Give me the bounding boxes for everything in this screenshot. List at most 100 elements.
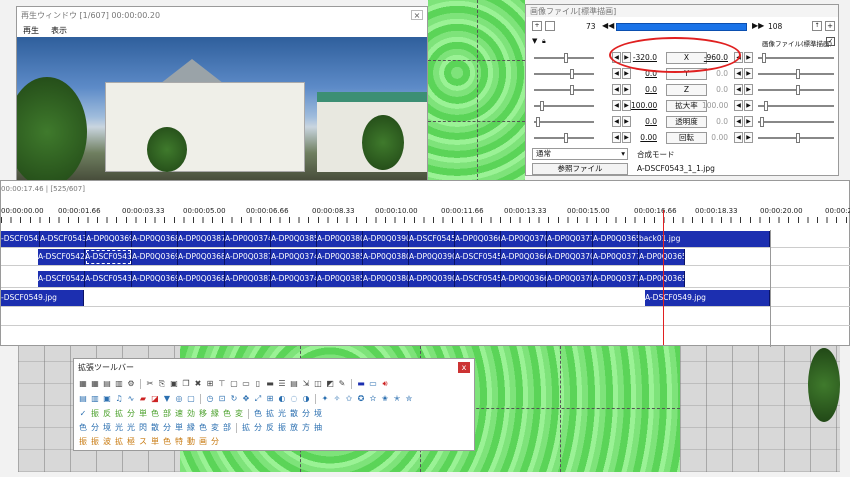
monitor-icon[interactable]: ▭ <box>241 379 251 389</box>
z-start-value[interactable]: 0.0 <box>631 85 657 94</box>
effect-icon[interactable]: ✧ <box>332 394 342 404</box>
arrow-right-icon[interactable]: ▶ <box>744 52 753 63</box>
scale-icon[interactable]: ⤢ <box>253 394 263 404</box>
arrow-right-icon[interactable]: ▶ <box>744 68 753 79</box>
filter-icon[interactable]: 部 <box>162 409 172 419</box>
filter-icon[interactable]: 部 <box>222 423 232 433</box>
filter-icon[interactable]: 光 <box>277 409 287 419</box>
camera-icon[interactable]: ◪ <box>150 394 160 404</box>
filter-icon[interactable]: 拡 <box>114 437 124 447</box>
frame-icon[interactable]: ▢ <box>229 379 239 389</box>
rotation-button[interactable]: 回転 <box>666 132 707 144</box>
timeline-clip[interactable]: A-DSCF0545. <box>455 249 501 265</box>
filter-icon[interactable]: 散 <box>289 409 299 419</box>
filter-icon[interactable]: 拡 <box>265 409 275 419</box>
slider-knob[interactable] <box>796 85 800 95</box>
close-icon[interactable]: × <box>411 10 423 20</box>
effect-icon[interactable]: ✦ <box>320 394 330 404</box>
checkbox-icon[interactable]: ✓ <box>826 37 835 46</box>
filter-icon[interactable]: 拡 <box>114 409 124 419</box>
tag-icon[interactable]: ◩ <box>325 379 335 389</box>
playhead-cursor[interactable] <box>663 210 664 345</box>
slider-track[interactable] <box>534 121 594 123</box>
timeline-clip[interactable]: A-DP0Q0385 <box>317 249 363 265</box>
crop-icon[interactable]: ⊡ <box>217 394 227 404</box>
filter-icon[interactable]: 振 <box>78 437 88 447</box>
filter-icon[interactable]: 変 <box>210 423 220 433</box>
filter-icon[interactable]: 抽 <box>313 423 323 433</box>
slider-knob[interactable] <box>762 53 766 63</box>
next-frame-icon[interactable]: ▶▶ <box>752 21 764 30</box>
filter-icon[interactable]: 放 <box>289 423 299 433</box>
timeline-clip[interactable]: A-DSCF0543. <box>85 271 132 287</box>
filter-icon[interactable]: ▼ <box>162 394 172 404</box>
timeline-clip[interactable]: A-DP0Q0368 <box>178 271 225 287</box>
filter-icon[interactable]: 色 <box>222 409 232 419</box>
filter-icon[interactable]: 振 <box>90 437 100 447</box>
layer-row[interactable]: -DSCF0549.jpg A-DSCF0549.jpg <box>1 289 850 307</box>
arrow-right-icon[interactable]: ▶ <box>622 84 631 95</box>
rotation-start-value[interactable]: 0.00 <box>631 133 657 142</box>
filter-icon[interactable]: 変 <box>234 409 244 419</box>
timeline-clip[interactable]: A-DP0Q0370 <box>547 271 593 287</box>
timeline-clip[interactable]: A-DP0Q0369 <box>132 249 178 265</box>
slider-knob[interactable] <box>764 101 768 111</box>
timeline-clip[interactable]: A-DP0Q0365 <box>639 271 685 287</box>
filter-icon[interactable]: 速 <box>174 409 184 419</box>
filter-icon[interactable]: ス <box>138 437 148 447</box>
timeline-clip[interactable]: A-DP0Q0380 <box>317 231 363 247</box>
scale-start-value[interactable]: 100.00 <box>631 101 657 110</box>
filter-icon[interactable]: 色 <box>198 423 208 433</box>
audio-icon[interactable]: ♫ <box>114 394 124 404</box>
layer-row[interactable]: -DSCF0542. A-DSCF0543. A-DP0Q0369 A-DP0Q… <box>1 230 850 248</box>
slider-knob[interactable] <box>570 69 574 79</box>
timeline-clip[interactable]: A-DP0Q0377 <box>593 249 639 265</box>
layout-icon[interactable]: ▯ <box>253 379 263 389</box>
timeline-clip[interactable]: A-DP0Q0370 <box>547 249 593 265</box>
grid-icon[interactable]: ▦ <box>90 379 100 389</box>
filter-icon[interactable]: 特 <box>174 437 184 447</box>
timeline-clip[interactable]: A-DSCF0543. <box>40 231 86 247</box>
arrow-left-icon[interactable]: ◀ <box>612 84 621 95</box>
tile-icon[interactable]: ⊞ <box>265 394 275 404</box>
reference-file-button[interactable]: 参照ファイル <box>532 163 628 175</box>
timeline-clip[interactable]: -DSCF0549.jpg <box>1 290 84 306</box>
clock-icon[interactable]: ◷ <box>205 394 215 404</box>
document-icon[interactable]: ▥ <box>90 394 100 404</box>
gear-icon[interactable]: ⚙ <box>126 379 136 389</box>
timeline-clip[interactable]: A-DP0Q0377 <box>547 231 593 247</box>
display-icon[interactable]: ▭ <box>368 379 378 389</box>
slider-track[interactable] <box>758 121 834 123</box>
slider-knob[interactable] <box>570 85 574 95</box>
opacity-start-value[interactable]: 0.0 <box>631 117 657 126</box>
effect-icon[interactable]: ✫ <box>368 394 378 404</box>
timeline-clip[interactable]: A-DP0Q0369 <box>132 271 178 287</box>
wave-icon[interactable]: ∿ <box>126 394 136 404</box>
slider-track[interactable] <box>758 105 834 107</box>
arrow-right-icon[interactable]: ▶ <box>744 132 753 143</box>
copy-icon[interactable] <box>545 21 555 31</box>
filter-icon[interactable]: 色 <box>78 423 88 433</box>
effect-icon[interactable]: ✩ <box>344 394 354 404</box>
layer-row[interactable] <box>1 327 850 345</box>
timeline-clip[interactable]: A-DP0Q0365 <box>593 231 639 247</box>
filter-icon[interactable]: 閃 <box>138 423 148 433</box>
timeline-clip[interactable]: -DSCF0542. <box>1 231 40 247</box>
filter-icon[interactable]: 分 <box>126 409 136 419</box>
effect-icon[interactable]: ✮ <box>404 394 414 404</box>
arrow-left-icon[interactable]: ◀ <box>734 68 743 79</box>
cut-icon[interactable]: ✂ <box>145 379 155 389</box>
timeline-clip[interactable]: A-DP0Q0390 <box>409 249 455 265</box>
timeline-clip[interactable]: A-DP0Q0374 <box>225 231 271 247</box>
duplicate-icon[interactable]: ❐ <box>181 379 191 389</box>
filter-icon[interactable]: 分 <box>253 423 263 433</box>
speaker-icon[interactable]: 🔊︎ <box>380 379 390 389</box>
timeline-clip[interactable]: A-DP0Q0366 <box>501 271 547 287</box>
bar-icon[interactable]: ▬ <box>356 379 366 389</box>
window-icon[interactable]: ▤ <box>289 379 299 389</box>
layer-row[interactable]: A-DSCF0542. A-DSCF0543. A-DP0Q0369 A-DP0… <box>1 248 850 266</box>
filter-icon[interactable]: 効 <box>186 409 196 419</box>
document-icon[interactable]: ▤ <box>78 394 88 404</box>
timeline-clip[interactable]: A-DSCF0542. <box>38 271 85 287</box>
slider-knob[interactable] <box>760 117 764 127</box>
